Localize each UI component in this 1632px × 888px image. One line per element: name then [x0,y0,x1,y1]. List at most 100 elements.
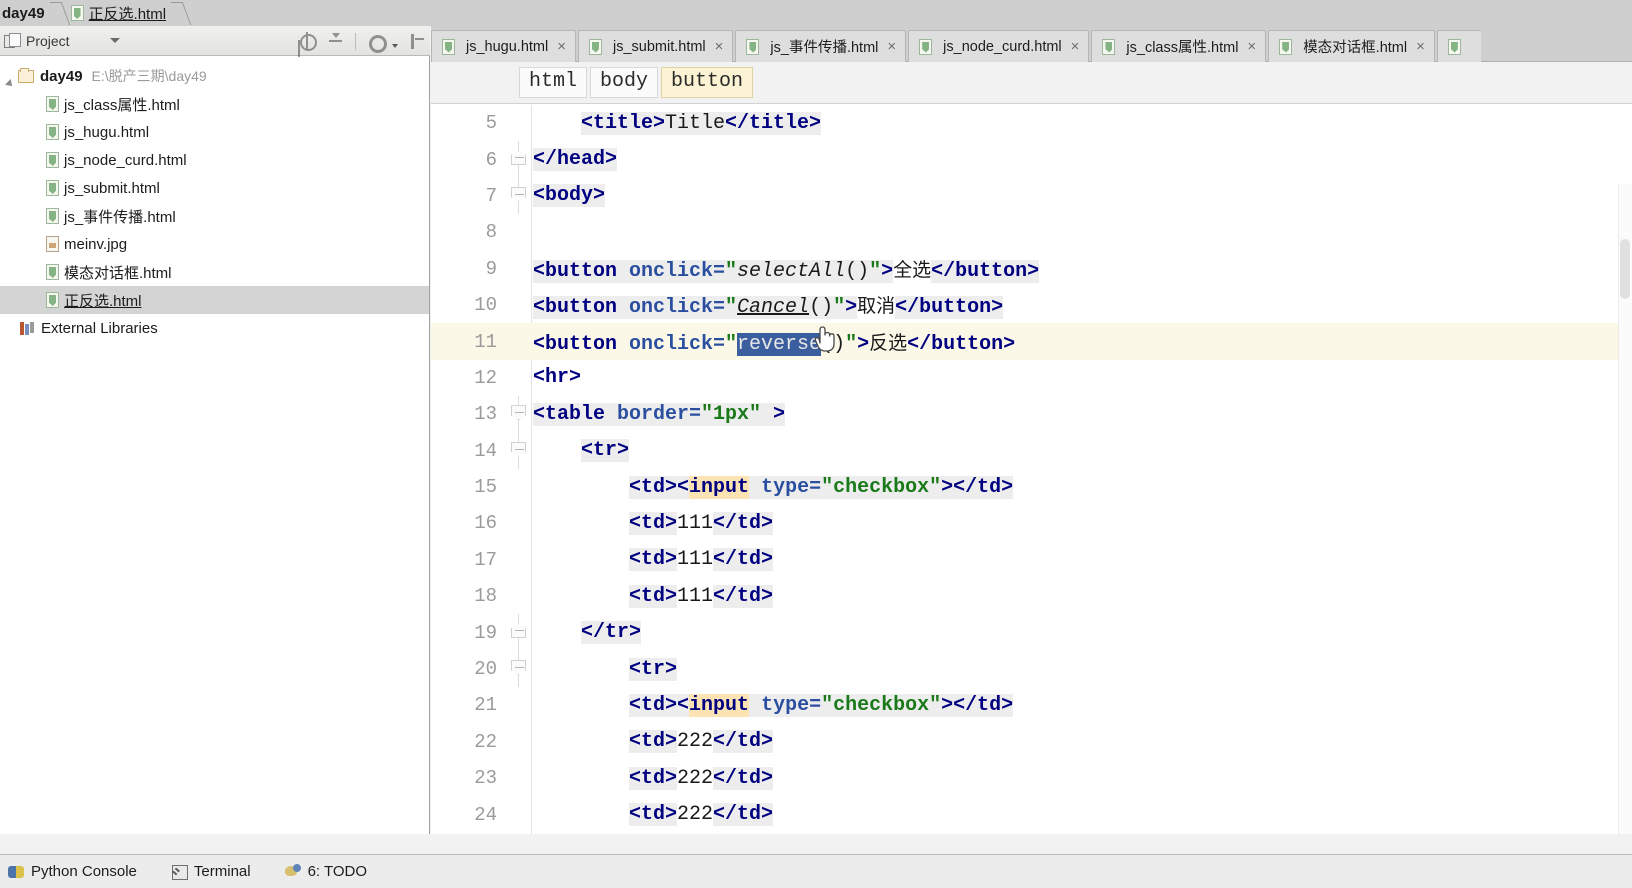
project-panel-title[interactable]: Project [0,33,120,49]
locate-icon[interactable] [299,31,317,51]
tree-item-label: day49 [40,67,83,85]
breadcrumb-separator-icon-2 [174,0,186,26]
close-icon[interactable]: × [1416,38,1425,55]
fold-gutter[interactable] [503,214,533,250]
tree-item-day49[interactable]: day49 E:\脱产三期\day49 [0,62,429,90]
close-icon[interactable]: × [887,38,896,55]
tree-item-label: js_node_curd.html [64,151,187,169]
image-file-icon [46,236,59,252]
html-file-icon [46,264,59,280]
tree-item-label: 正反选.html [64,292,142,310]
fold-gutter[interactable] [503,396,533,433]
code-line-current: 11 <button onclick="reverse()">反选</butto… [431,323,1632,360]
tab-label: js_hugu.html [466,38,549,55]
line-number: 13 [474,403,497,426]
editor-scrollbar[interactable] [1618,184,1632,834]
status-python-console[interactable]: Python Console [8,863,137,880]
tab-modal-dialog[interactable]: 模态对话框.html × [1268,30,1435,62]
fold-gutter[interactable] [503,614,533,651]
status-terminal[interactable]: Terminal [171,863,251,880]
fold-gutter[interactable] [503,469,533,505]
line-number: 6 [485,148,497,171]
tree-item-js-submit[interactable]: js_submit.html [0,174,429,202]
tree-item-label: js_hugu.html [64,123,150,141]
fold-gutter[interactable] [503,177,533,215]
tree-item-external-libraries[interactable]: External Libraries [0,314,429,342]
tab-js_submit[interactable]: js_submit.html × [577,30,734,62]
code-text: <button onclick="selectAll()">全选</button… [533,258,1040,283]
fold-collapse-icon [511,405,526,421]
fold-gutter[interactable] [503,650,533,688]
scrollbar-thumb[interactable] [1620,239,1630,299]
fold-gutter[interactable] [503,760,533,796]
tab-label: js_node_curd.html [943,38,1062,55]
code-line: 24 <td>222</td> [431,796,1632,832]
fold-gutter[interactable] [503,251,533,287]
html-file-icon [46,96,59,112]
code-text: <button onclick="reverse()">反选</button> [533,331,1016,356]
tab-label: 模态对话框.html [1303,40,1408,56]
fold-gutter[interactable] [503,724,533,760]
hide-panel-icon[interactable] [409,33,426,50]
fold-gutter[interactable] [503,141,533,178]
line-number: 9 [485,257,497,280]
code-text: <td>222</td> [629,803,774,827]
fold-gutter[interactable] [503,323,533,359]
selected-text: reverse [737,332,822,356]
fold-gutter[interactable] [503,432,533,469]
breadcrumb-node-body[interactable]: body [590,67,659,98]
tab-overflow-partial[interactable] [1436,30,1481,62]
code-text: <hr> [533,366,582,390]
close-icon[interactable]: × [1071,38,1080,55]
code-line: 12 <hr> [431,360,1632,396]
html-file-icon [46,292,59,308]
close-icon[interactable]: × [715,38,724,55]
line-number: 12 [474,366,497,389]
html-file-icon [70,5,84,21]
code-text: <td><input type="checkbox"></td> [629,475,1014,499]
fold-gutter[interactable] [503,505,533,541]
project-panel-toolbar [299,26,426,56]
tree-item-label: 模态对话框.html [64,264,172,282]
breadcrumb-file[interactable]: 正反选.html [65,0,175,26]
code-text: </tr> [581,621,642,645]
fold-gutter[interactable] [503,360,533,396]
chevron-down-icon[interactable] [109,38,120,43]
tree-item-modal-dialog[interactable]: 模态对话框.html [0,258,429,286]
fold-gutter[interactable] [503,287,533,323]
close-icon[interactable]: × [1247,38,1256,55]
breadcrumb-project[interactable]: day49 [0,0,53,26]
close-icon[interactable]: × [557,38,566,55]
code-text: <td>222</td> [629,730,774,754]
tree-item-js-class[interactable]: js_class属性.html [0,90,429,118]
structure-breadcrumb: html body button [431,62,1632,104]
tree-item-meinv-jpg[interactable]: meinv.jpg [0,230,429,258]
status-todo[interactable]: 6: TODO [284,863,367,880]
tree-item-js-node-curd[interactable]: js_node_curd.html [0,146,429,174]
tree-item-js-hugu[interactable]: js_hugu.html [0,118,429,146]
code-editor[interactable]: 5 <title>Title</title> 6 </head> 7 <body… [431,105,1632,834]
fold-collapse-icon [511,441,526,457]
tree-item-js-event[interactable]: js_事件传播.html [0,202,429,230]
tab-js_class_attribute[interactable]: js_class属性.html × [1091,30,1267,62]
fold-gutter[interactable] [503,796,533,832]
chevron-down-icon-gear[interactable] [392,44,398,48]
tree-item-zhengfanxuan[interactable]: 正反选.html [0,286,429,314]
code-line: 14 <tr> [431,432,1632,469]
fold-gutter[interactable] [503,542,533,578]
code-line: 22 <td>222</td> [431,724,1632,760]
tab-js_node_curd[interactable]: js_node_curd.html × [908,30,1090,62]
code-text: <td><input type="checkbox"></td> [629,693,1014,717]
html-file-icon [46,152,59,168]
fold-gutter[interactable] [503,105,533,141]
gear-icon[interactable] [367,33,387,53]
editor-tab-bar: js_hugu.html × js_submit.html × js_事件传播.… [431,26,1632,62]
breadcrumb-node-html[interactable]: html [519,67,588,98]
fold-gutter[interactable] [503,578,533,614]
collapse-all-icon[interactable] [327,32,344,50]
tab-js_event_propagation[interactable]: js_事件传播.html × [735,30,907,62]
fold-gutter[interactable] [503,687,533,723]
html-file-icon [1279,38,1293,55]
breadcrumb-node-button[interactable]: button [661,67,754,98]
tab-js_hugu[interactable]: js_hugu.html × [431,30,576,62]
